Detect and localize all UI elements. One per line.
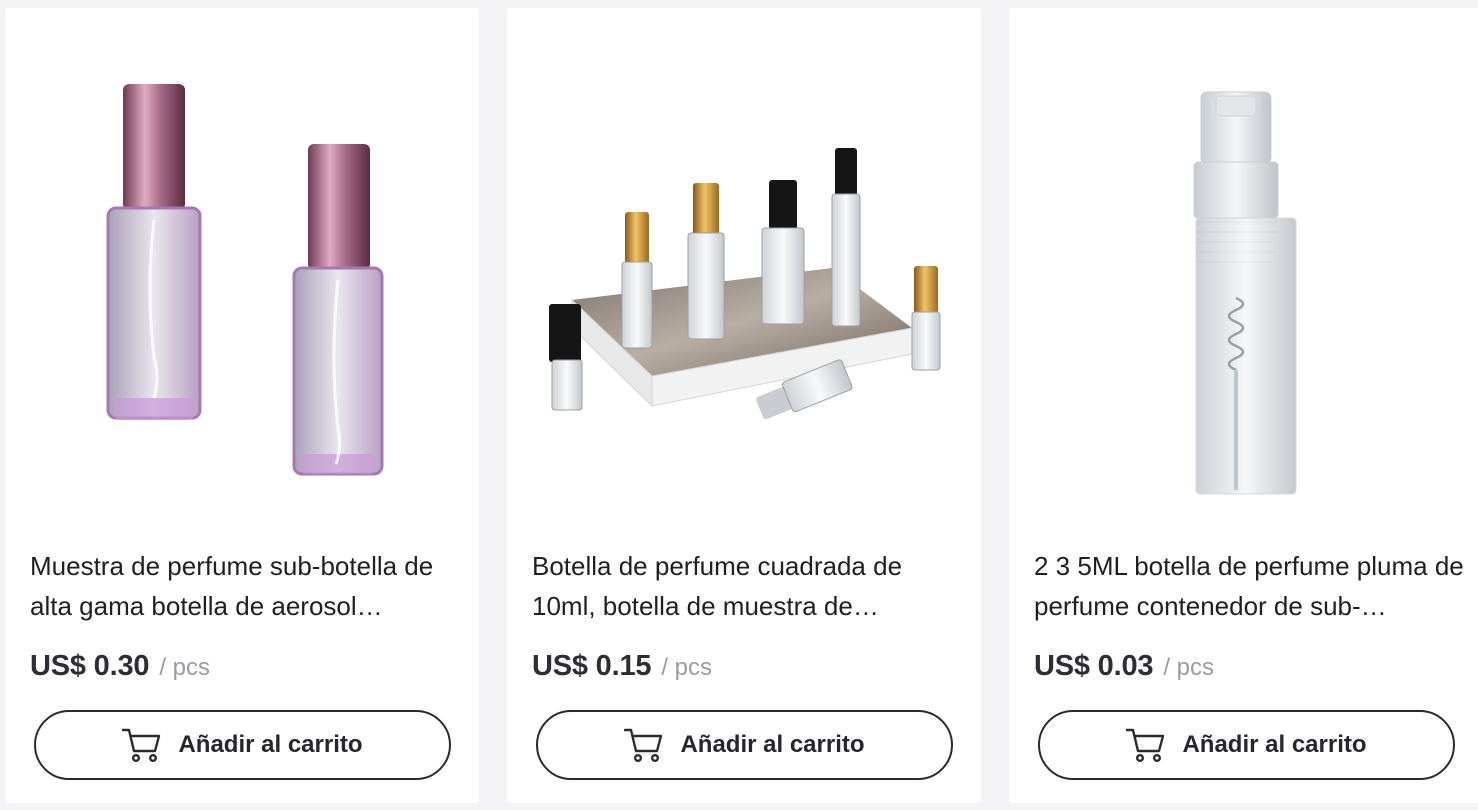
add-to-cart-button[interactable]: Añadir al carrito — [34, 710, 451, 780]
price-row: US$ 0.03 / pcs — [1034, 650, 1214, 690]
product-title[interactable]: Botella de perfume cuadrada de 10ml, bot… — [532, 546, 962, 626]
product-card[interactable]: 2 3 5ML botella de perfume pluma de perf… — [1009, 8, 1478, 803]
pink-perfume-bottles-image — [106, 84, 384, 476]
add-to-cart-label: Añadir al carrito — [178, 731, 363, 758]
shopping-cart-icon — [1126, 728, 1165, 763]
glass-perfume-bottles-set-image — [549, 148, 941, 420]
product-price: US$ 0.30 — [30, 650, 150, 682]
product-price: US$ 0.03 — [1034, 650, 1154, 682]
product-title[interactable]: 2 3 5ML botella de perfume pluma de perf… — [1034, 546, 1464, 626]
add-to-cart-label: Añadir al carrito — [1182, 731, 1367, 758]
product-card[interactable]: Botella de perfume cuadrada de 10ml, bot… — [507, 8, 981, 803]
clear-perfume-pen-image — [1193, 91, 1297, 495]
price-row: US$ 0.15 / pcs — [532, 650, 712, 690]
product-card[interactable]: Muestra de perfume sub-botella de alta g… — [5, 8, 479, 803]
product-image[interactable] — [1034, 28, 1458, 518]
shopping-cart-icon — [122, 728, 161, 763]
price-row: US$ 0.30 / pcs — [30, 650, 210, 690]
add-to-cart-button[interactable]: Añadir al carrito — [1038, 710, 1455, 780]
product-title[interactable]: Muestra de perfume sub-botella de alta g… — [30, 546, 460, 626]
shopping-cart-icon — [624, 728, 663, 763]
product-grid: Muestra de perfume sub-botella de alta g… — [0, 0, 1478, 810]
product-price: US$ 0.15 — [532, 650, 652, 682]
add-to-cart-label: Añadir al carrito — [680, 731, 865, 758]
price-unit: / pcs — [1163, 654, 1215, 681]
price-unit: / pcs — [661, 654, 713, 681]
price-unit: / pcs — [159, 654, 211, 681]
add-to-cart-button[interactable]: Añadir al carrito — [536, 710, 953, 780]
product-image[interactable] — [532, 28, 956, 518]
product-image[interactable] — [30, 28, 454, 518]
